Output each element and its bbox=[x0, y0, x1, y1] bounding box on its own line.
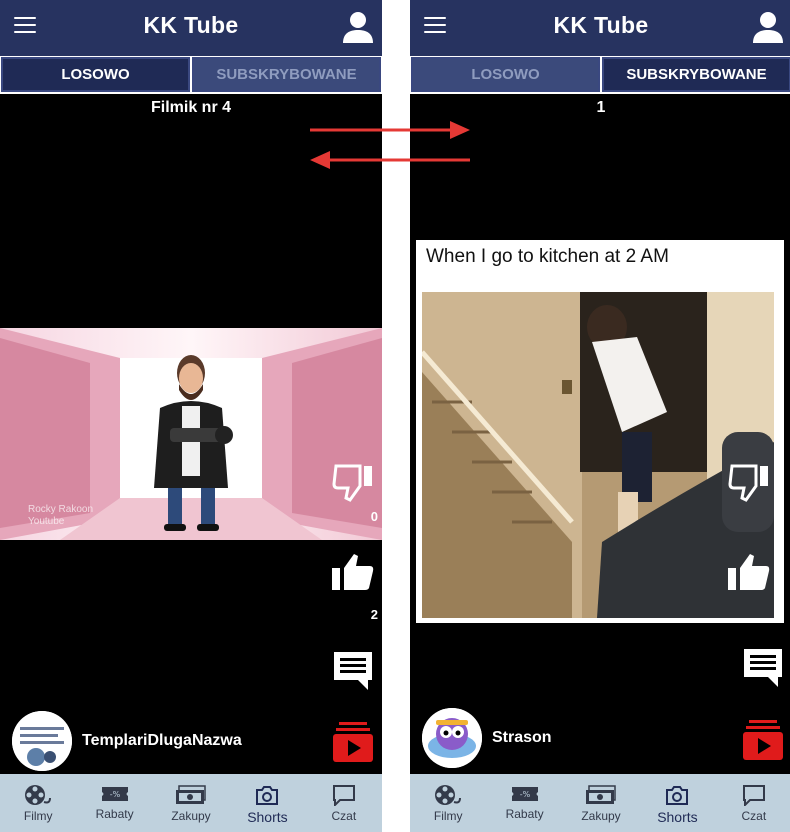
comments-icon[interactable] bbox=[330, 648, 376, 692]
nav-label: Shorts bbox=[657, 809, 698, 825]
channel-avatar[interactable] bbox=[422, 708, 482, 768]
svg-text:-%: -% bbox=[519, 790, 530, 799]
film-reel-icon bbox=[435, 785, 462, 805]
channel-name: TemplariDlugaNazwa bbox=[82, 732, 242, 749]
bottom-nav: Filmy -% Rabaty Zakupy Shorts Czat bbox=[410, 774, 790, 832]
nav-item-czat[interactable]: Czat bbox=[306, 774, 382, 832]
chat-icon bbox=[742, 785, 765, 806]
user-profile-icon[interactable] bbox=[340, 9, 376, 45]
channel-avatar[interactable] bbox=[12, 711, 72, 771]
nav-item-zakupy[interactable]: Zakupy bbox=[563, 774, 639, 832]
discount-ticket-icon: -% bbox=[511, 787, 538, 801]
bottom-nav: Filmy -% Rabaty Zakupy Shorts Czat bbox=[0, 774, 382, 832]
film-reel-icon bbox=[25, 785, 52, 805]
video-thumbnail bbox=[422, 292, 774, 618]
dislike-icon[interactable] bbox=[330, 462, 376, 502]
svg-text:-%: -% bbox=[109, 790, 120, 799]
nav-item-czat[interactable]: Czat bbox=[716, 774, 790, 832]
app-title: KK Tube bbox=[553, 12, 649, 38]
subscribe-icon[interactable] bbox=[743, 718, 783, 762]
tab-random[interactable]: LOSOWO bbox=[411, 57, 600, 92]
video-caption: When I go to kitchen at 2 AM bbox=[426, 246, 669, 267]
camera-icon bbox=[666, 786, 689, 805]
nav-label: Czat bbox=[741, 809, 767, 823]
arrow-right-icon bbox=[310, 121, 470, 139]
video-player[interactable]: Rocky Rakoon Youtube bbox=[0, 328, 382, 540]
dislike-count: 0 bbox=[370, 509, 378, 524]
money-icon bbox=[176, 785, 206, 804]
nav-item-rabaty[interactable]: -% Rabaty bbox=[486, 774, 562, 832]
arrow-left-icon bbox=[310, 151, 470, 169]
dislike-icon[interactable] bbox=[726, 462, 772, 502]
app-bar: KK Tube bbox=[410, 0, 790, 56]
nav-label: Rabaty bbox=[505, 807, 544, 821]
like-icon[interactable] bbox=[726, 552, 772, 592]
nav-label: Rabaty bbox=[95, 807, 134, 821]
like-count: 2 bbox=[370, 607, 378, 622]
swipe-arrows bbox=[310, 121, 470, 169]
nav-label: Filmy bbox=[433, 809, 463, 823]
tab-random[interactable]: LOSOWO bbox=[1, 57, 190, 92]
nav-item-rabaty[interactable]: -% Rabaty bbox=[76, 774, 152, 832]
channel-name: Strason bbox=[492, 729, 552, 746]
nav-label: Czat bbox=[331, 809, 357, 823]
discount-ticket-icon: -% bbox=[101, 787, 128, 801]
nav-label: Filmy bbox=[23, 809, 53, 823]
nav-item-filmy[interactable]: Filmy bbox=[0, 774, 76, 832]
channel-info[interactable]: TemplariDlugaNazwa bbox=[12, 711, 242, 771]
feed-tabs: LOSOWO SUBSKRYBOWANE bbox=[0, 56, 382, 94]
nav-item-zakupy[interactable]: Zakupy bbox=[153, 774, 229, 832]
like-icon[interactable] bbox=[330, 552, 376, 592]
tab-subscribed[interactable]: SUBSKRYBOWANE bbox=[192, 57, 381, 92]
money-icon bbox=[586, 785, 616, 804]
chat-icon bbox=[332, 785, 355, 806]
tab-subscribed[interactable]: SUBSKRYBOWANE bbox=[602, 57, 790, 92]
nav-item-shorts[interactable]: Shorts bbox=[229, 774, 305, 832]
nav-item-shorts[interactable]: Shorts bbox=[639, 774, 715, 832]
video-watermark: Rocky Rakoon Youtube bbox=[28, 504, 94, 527]
app-title: KK Tube bbox=[143, 12, 239, 38]
nav-item-filmy[interactable]: Filmy bbox=[410, 774, 486, 832]
channel-info[interactable]: Strason bbox=[422, 708, 552, 768]
user-profile-icon[interactable] bbox=[750, 9, 786, 45]
camera-icon bbox=[256, 786, 279, 805]
nav-label: Zakupy bbox=[581, 809, 621, 823]
nav-label: Shorts bbox=[247, 809, 288, 825]
subscribe-icon[interactable] bbox=[333, 720, 373, 764]
comments-icon[interactable] bbox=[740, 645, 786, 689]
nav-label: Zakupy bbox=[171, 809, 211, 823]
app-bar: KK Tube bbox=[0, 0, 382, 56]
feed-tabs: LOSOWO SUBSKRYBOWANE bbox=[410, 56, 790, 94]
